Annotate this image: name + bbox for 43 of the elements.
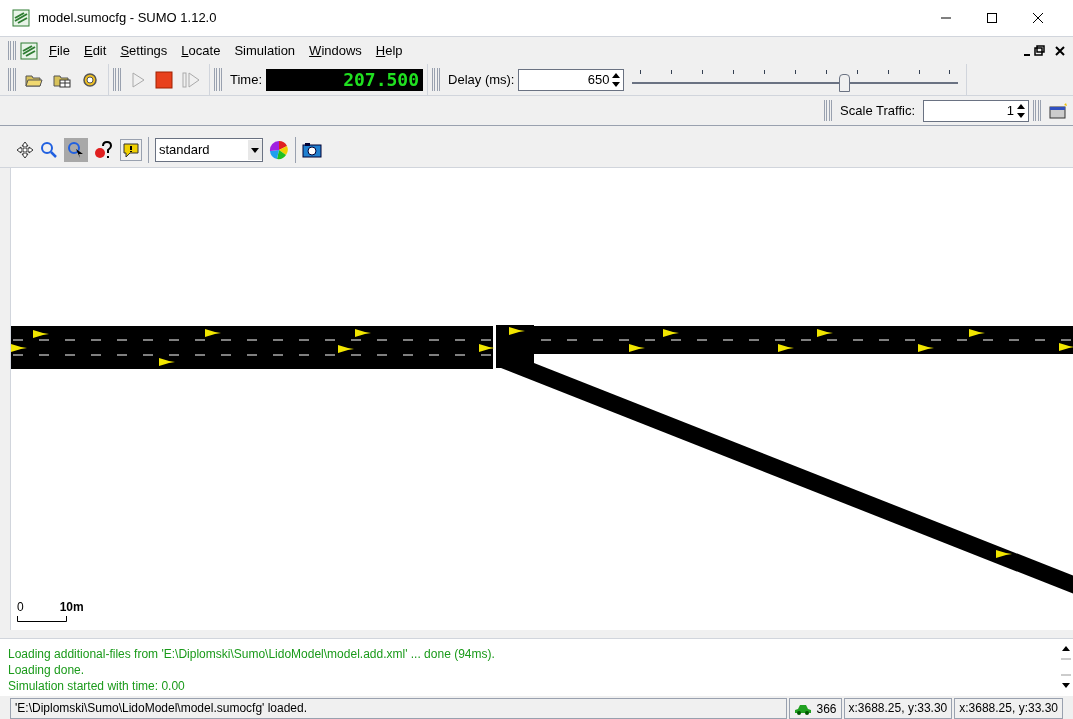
car-icon xyxy=(794,702,813,715)
color-wheel-icon[interactable] xyxy=(269,139,289,160)
move-icon[interactable] xyxy=(16,140,34,159)
locate-button[interactable] xyxy=(64,137,88,162)
scale-start-label: 0 xyxy=(17,599,24,616)
search-icon[interactable] xyxy=(40,140,58,159)
help-icon[interactable] xyxy=(94,139,114,160)
menu-item[interactable]: Locate xyxy=(174,40,228,61)
menu-item[interactable]: Settings xyxy=(113,40,175,61)
app-icon xyxy=(12,9,30,27)
scale-traffic-label: Scale Traffic: xyxy=(840,101,915,120)
caret-icon[interactable] xyxy=(248,139,262,160)
close-icon[interactable] xyxy=(1055,45,1065,56)
menu-item[interactable]: Windows xyxy=(302,40,369,61)
time-display: 207.500 xyxy=(266,68,424,91)
status-message: 'E:\Diplomski\Sumo\LidoModel\model.sumocfg' loaded. xyxy=(10,698,788,719)
time-label: Time: xyxy=(230,70,263,89)
log-message: Loading additional-files from 'E:\Diplomski\Sumo\LidoModel\model.add.xml' ... done (94ms). xyxy=(8,646,496,662)
menu-item[interactable]: Edit xyxy=(76,40,114,61)
coordinates-readout: x:3688.25, y:33.30 xyxy=(843,698,953,719)
scale-bar-icon xyxy=(17,616,67,622)
delay-spinbox[interactable]: 650 xyxy=(518,68,625,91)
delay-label: Delay (ms): xyxy=(448,70,515,89)
coordinates-readout: x:3688.25, y:33.30 xyxy=(954,698,1063,719)
menu-item[interactable]: File xyxy=(42,40,77,61)
maximize-icon xyxy=(987,13,997,23)
window-title: model.sumocfg - SUMO 1.12.0 xyxy=(38,9,217,28)
menu-item[interactable]: Help xyxy=(368,40,410,61)
new-window-icon[interactable] xyxy=(1049,101,1069,120)
stop-icon[interactable] xyxy=(155,70,173,89)
reload-icon[interactable] xyxy=(80,70,100,89)
scale-end-label: 10m xyxy=(59,599,84,616)
camera-icon[interactable] xyxy=(302,140,322,159)
log-message: Loading done. xyxy=(8,662,86,678)
scale-traffic-spinbox[interactable]: 1 xyxy=(923,99,1029,122)
scheme-dropdown[interactable]: standard xyxy=(155,137,263,162)
menu-item[interactable]: Simulation xyxy=(227,40,303,61)
vehicle-count: 366 xyxy=(816,700,837,718)
menu-app-icon xyxy=(20,41,38,60)
slider-thumb[interactable] xyxy=(839,73,851,92)
close-icon xyxy=(1033,13,1043,23)
warning-button[interactable] xyxy=(120,138,142,161)
log-message: Simulation started with time: 0.00 xyxy=(8,678,186,694)
